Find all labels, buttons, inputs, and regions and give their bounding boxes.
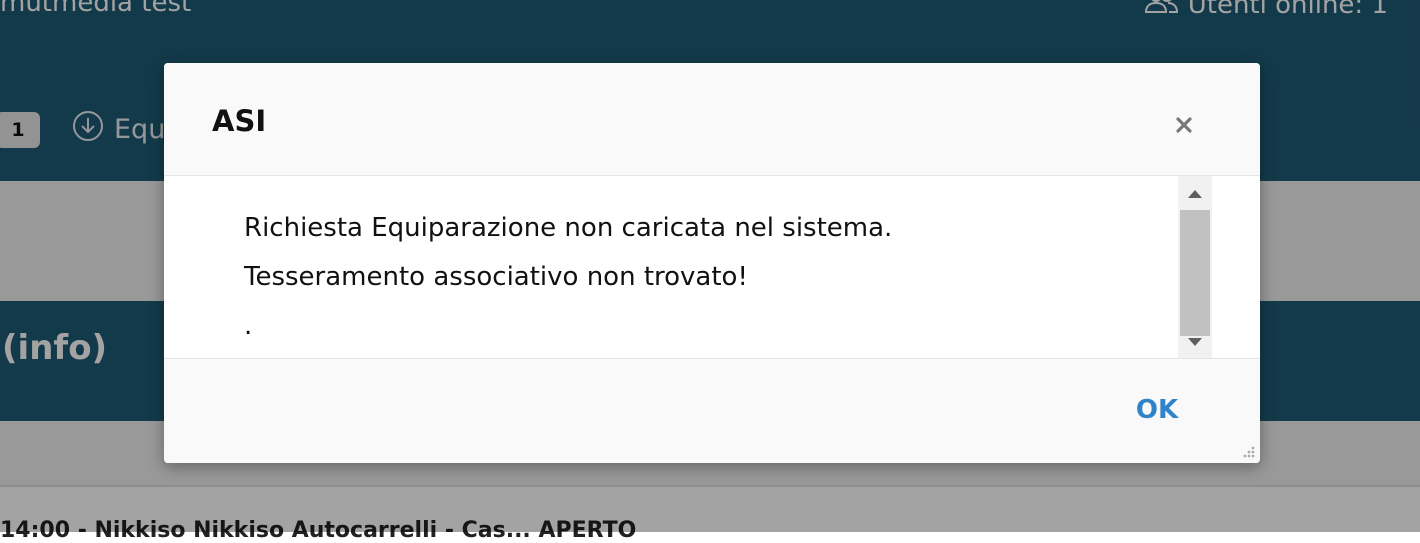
vertical-scrollbar[interactable] <box>1178 176 1212 358</box>
message-line: Tesseramento associativo non trovato! <box>244 262 748 292</box>
arrow-down-icon <box>1187 332 1203 351</box>
dialog-message: Richiesta Equiparazione non caricata nel… <box>244 204 1144 351</box>
close-button[interactable] <box>1170 113 1198 141</box>
message-line: Richiesta Equiparazione non caricata nel… <box>244 213 893 243</box>
dialog-body: Richiesta Equiparazione non caricata nel… <box>164 176 1260 359</box>
close-icon <box>1175 116 1193 138</box>
dialog-footer: OK <box>164 359 1260 463</box>
scroll-up-button[interactable] <box>1178 176 1212 210</box>
resize-grip-icon[interactable] <box>1240 443 1256 459</box>
message-line: . <box>244 311 253 341</box>
scroll-down-button[interactable] <box>1178 324 1212 358</box>
arrow-up-icon <box>1187 184 1203 203</box>
dialog-header: ASI <box>164 63 1260 176</box>
scrollbar-thumb[interactable] <box>1180 210 1210 336</box>
ok-button[interactable]: OK <box>1118 389 1196 431</box>
dialog-title: ASI <box>212 104 267 138</box>
alert-dialog: ASI Richiesta Equiparazione non caricata… <box>164 63 1260 463</box>
